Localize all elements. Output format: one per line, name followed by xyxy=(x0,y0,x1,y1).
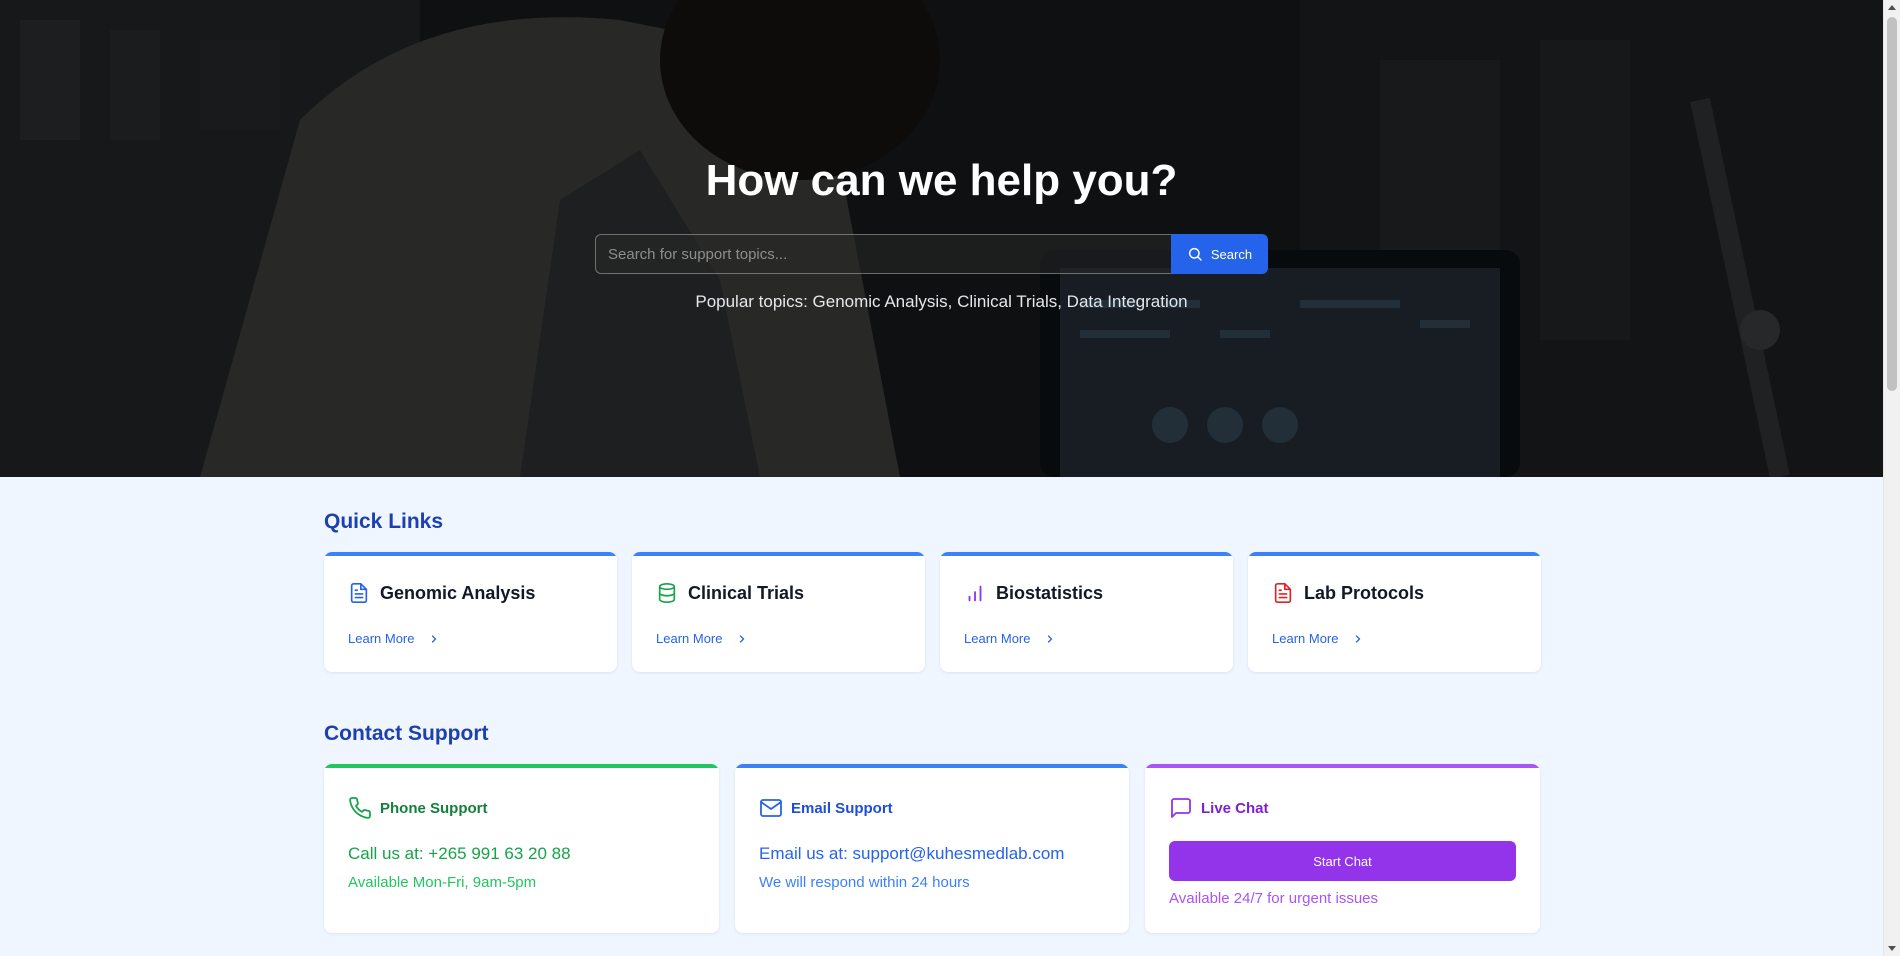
file-text-icon xyxy=(1274,583,1292,603)
quick-link-label: Lab Protocols xyxy=(1304,582,1425,603)
quick-link-clinical-trials[interactable]: Clinical Trials Learn More xyxy=(632,552,925,672)
quick-link-label: Biostatistics xyxy=(996,582,1104,603)
search-input[interactable] xyxy=(595,234,1171,274)
email-support-title: Email Support xyxy=(791,799,893,817)
scroll-down-arrow-icon[interactable] xyxy=(1888,946,1896,951)
search-button-label: Search xyxy=(1210,246,1253,262)
quick-links-title: Quick Links xyxy=(324,510,444,533)
learn-more-link[interactable]: Learn More xyxy=(348,631,440,646)
live-chat-card: Live Chat Start Chat Available 24/7 for … xyxy=(1145,764,1540,933)
email-address[interactable]: Email us at: support@kuhesmedlab.com xyxy=(759,844,1064,864)
scroll-up-arrow-icon[interactable] xyxy=(1888,5,1896,10)
learn-more-label: Learn More xyxy=(1272,631,1339,646)
learn-more-label: Learn More xyxy=(964,631,1031,646)
learn-more-label: Learn More xyxy=(348,631,415,646)
email-support-card: Email Support Email us at: support@kuhes… xyxy=(735,764,1129,933)
start-chat-button[interactable]: Start Chat xyxy=(1169,841,1516,881)
learn-more-link[interactable]: Learn More xyxy=(656,631,748,646)
chevron-right-icon xyxy=(1356,634,1361,643)
search-icon xyxy=(1188,247,1202,261)
learn-more-link[interactable]: Learn More xyxy=(1272,631,1364,646)
quick-link-label: Genomic Analysis xyxy=(380,582,536,603)
hero-title: How can we help you? xyxy=(705,156,1178,205)
document-icon xyxy=(350,583,368,603)
phone-support-title: Phone Support xyxy=(380,799,488,817)
contact-support-title: Contact Support xyxy=(324,722,489,745)
page-scrollbar[interactable] xyxy=(1883,0,1900,956)
database-icon xyxy=(658,583,676,603)
scroll-thumb[interactable] xyxy=(1887,17,1897,391)
phone-support-card: Phone Support Call us at: +265 991 63 20… xyxy=(324,764,719,933)
chevron-right-icon xyxy=(1048,634,1053,643)
quick-link-lab-protocols[interactable]: Lab Protocols Learn More xyxy=(1248,552,1541,672)
quick-link-genomic-analysis[interactable]: Genomic Analysis Learn More xyxy=(324,552,617,672)
search-button[interactable]: Search xyxy=(1171,234,1268,274)
phone-icon xyxy=(349,797,371,819)
chevron-right-icon xyxy=(432,634,437,643)
learn-more-link[interactable]: Learn More xyxy=(964,631,1056,646)
bar-chart-icon xyxy=(968,585,982,602)
message-square-icon xyxy=(1171,798,1191,818)
live-chat-title: Live Chat xyxy=(1201,799,1269,817)
learn-more-label: Learn More xyxy=(656,631,723,646)
popular-topics: Popular topics: Genomic Analysis, Clinic… xyxy=(695,292,1188,311)
quick-link-biostatistics[interactable]: Biostatistics Learn More xyxy=(940,552,1233,672)
hero-section: How can we help you? Search Popular topi… xyxy=(0,0,1883,477)
chevron-right-icon xyxy=(740,634,745,643)
chat-availability: Available 24/7 for urgent issues xyxy=(1169,890,1379,907)
mail-icon xyxy=(760,799,782,817)
email-response-time: We will respond within 24 hours xyxy=(759,874,970,891)
phone-hours: Available Mon-Fri, 9am-5pm xyxy=(348,874,537,891)
phone-number[interactable]: Call us at: +265 991 63 20 88 xyxy=(348,844,571,864)
quick-link-label: Clinical Trials xyxy=(688,582,805,603)
search-bar: Search xyxy=(595,234,1268,274)
